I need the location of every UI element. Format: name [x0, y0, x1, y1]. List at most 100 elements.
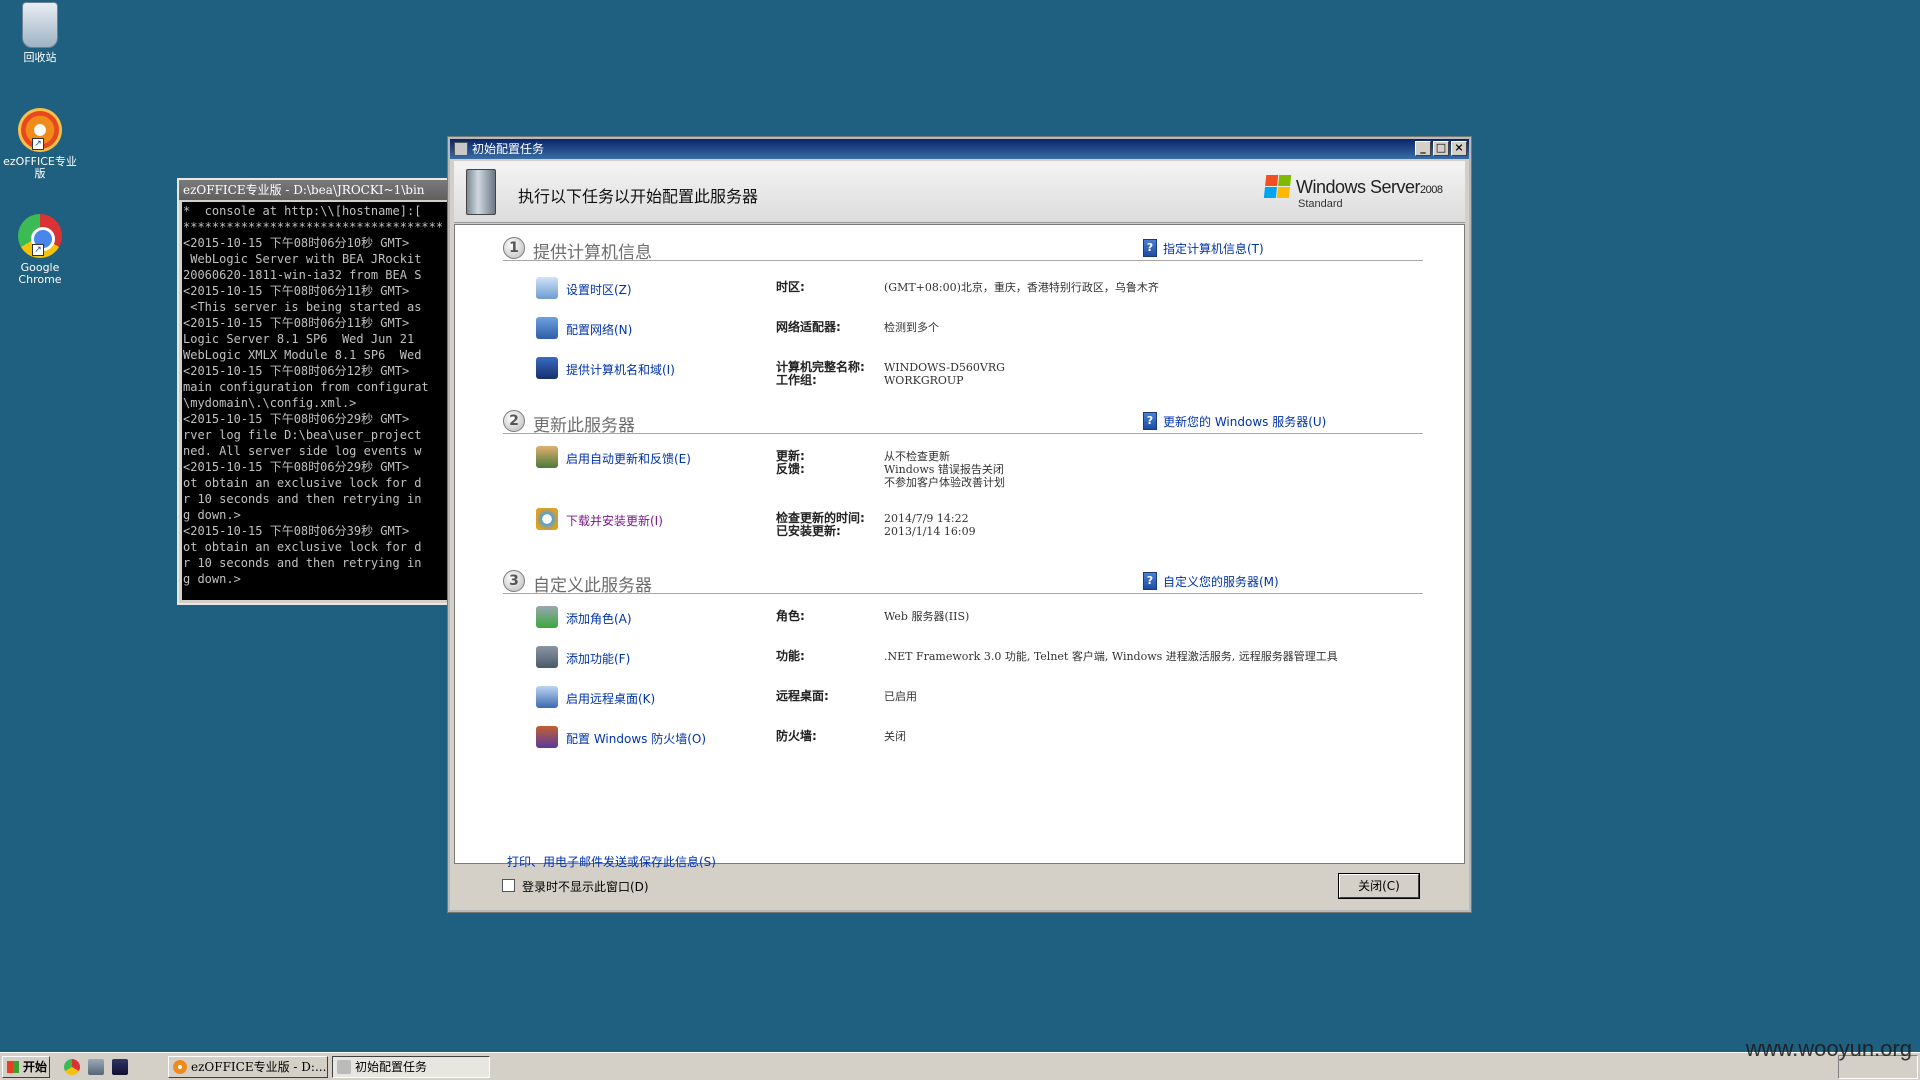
info-label: 远程桌面: [776, 689, 829, 703]
taskbar-item-config-tasks[interactable]: 初始配置任务 [332, 1056, 490, 1078]
header-text: 执行以下任务以开始配置此服务器 [518, 187, 759, 206]
task-row: 添加角色(A) 角色: Web 服务器(IIS) [536, 606, 1416, 636]
section-header: 1 提供计算机信息? 指定计算机信息(T) [503, 235, 1423, 263]
section-help-link[interactable]: ? 指定计算机信息(T) [1143, 239, 1264, 257]
desktop-icon-label: Google Chrome [18, 261, 62, 286]
task-row: 启用自动更新和反馈(E) 更新: 从不检查更新 反馈: Windows 错误报告关闭 不参… [536, 446, 1416, 489]
console-line: <2015-10-15 下午08时06分39秒 GMT> [183, 524, 410, 538]
section-help-link-label: 指定计算机信息(T) [1163, 241, 1264, 256]
task-link[interactable]: 启用自动更新和反馈(E) [566, 450, 691, 467]
chrome-quicklaunch-icon[interactable] [64, 1059, 80, 1075]
console-window[interactable]: ezOFFICE专业版 - D:\bea\JROCKI~1\bin * cons… [177, 178, 463, 605]
info-label: 功能: [776, 649, 805, 663]
task-row: 配置 Windows 防火墙(O) 防火墙: 关闭 [536, 726, 1416, 756]
brand-name: Windows Server [1296, 177, 1421, 197]
info-value: 不参加客户体验改善计划 [884, 476, 1005, 489]
info-value: .NET Framework 3.0 功能, Telnet 客户端, Windo… [884, 650, 1338, 663]
section-help-link-label: 自定义您的服务器(M) [1163, 574, 1279, 589]
info-value: 2013/1/14 16:09 [884, 525, 976, 538]
task-link[interactable]: 添加功能(F) [566, 650, 630, 667]
minimize-button[interactable]: _ [1415, 141, 1431, 156]
info-label: 工作组: [776, 373, 817, 387]
step-number-icon: 3 [503, 570, 525, 592]
dialog-footer: 登录时不显示此窗口(D) 关闭(C) [454, 866, 1465, 906]
step-number-icon: 2 [503, 410, 525, 432]
server-config-icon [466, 169, 496, 215]
info-value: 从不检查更新 [884, 450, 950, 463]
console-line: r 10 seconds and then retrying in [183, 556, 422, 570]
dont-show-label[interactable]: 登录时不显示此窗口(D) [522, 878, 649, 895]
console-line: r 10 seconds and then retrying in [183, 492, 422, 506]
close-button[interactable]: 关闭(C) [1339, 874, 1419, 898]
info-label: 防火墙: [776, 729, 817, 743]
window-icon [337, 1060, 351, 1074]
task-link[interactable]: 配置 Windows 防火墙(O) [566, 730, 706, 747]
close-window-button[interactable]: × [1451, 141, 1467, 156]
console-line: WebLogic Server with BEA JRockit [183, 252, 422, 266]
info-value: WINDOWS-D560VRG [884, 361, 1005, 374]
recycle-bin-icon [22, 2, 58, 48]
task-row: 下载并安装更新(I) 检查更新的时间: 2014/7/9 14:22 已安装更新: 20… [536, 508, 1416, 538]
brand-version: 2008 [1420, 184, 1443, 196]
dont-show-checkbox[interactable] [502, 879, 515, 892]
console-line: main configuration from configurat [183, 380, 429, 394]
maximize-button[interactable]: □ [1433, 141, 1449, 156]
console-line: ned. All server side log events w [183, 444, 422, 458]
desktop-icon-label: ezOFFICE专业版 [3, 155, 77, 180]
console-line: <2015-10-15 下午08时06分10秒 GMT> [183, 236, 410, 250]
initial-config-tasks-window[interactable]: 初始配置任务 _ □ × 执行以下任务以开始配置此服务器 Windows Ser… [448, 137, 1471, 912]
console-line: g down.> [183, 508, 241, 522]
taskbar-item-label: ezOFFICE专业版 - D:... [191, 1060, 327, 1074]
task-row: 设置时区(Z) 时区: (GMT+08:00)北京，重庆，香港特别行政区，乌鲁木齐 [536, 277, 1416, 307]
server-manager-icon[interactable] [88, 1059, 104, 1075]
task-link[interactable]: 下载并安装更新(I) [566, 512, 663, 529]
section-help-link[interactable]: ? 更新您的 Windows 服务器(U) [1143, 412, 1326, 430]
task-info: 时区: (GMT+08:00)北京，重庆，香港特别行政区，乌鲁木齐 [776, 281, 1386, 295]
header-band: 执行以下任务以开始配置此服务器 Windows Server2008 Stand… [454, 161, 1465, 223]
task-row: 添加功能(F) 功能: .NET Framework 3.0 功能, Telnet … [536, 646, 1416, 676]
section-1: 1 提供计算机信息? 指定计算机信息(T) 设置时区(Z) 时区: (GMT+08:00)… [503, 235, 1423, 387]
ezoffice-icon: ↗ [18, 108, 62, 152]
task-link[interactable]: 设置时区(Z) [566, 281, 632, 298]
info-value: Windows 错误报告关闭 [884, 463, 1004, 476]
firewall-icon [536, 726, 558, 748]
console-output[interactable]: * console at http:\\[hostname]:[********… [182, 202, 461, 600]
desktop-icon-label: 回收站 [23, 51, 57, 64]
help-book-icon: ? [1143, 572, 1157, 590]
info-label: 网络适配器: [776, 320, 841, 334]
watermark: www.wooyun.org [1745, 1036, 1912, 1061]
show-desktop-icon[interactable] [112, 1059, 128, 1075]
info-value: Web 服务器(IIS) [884, 610, 970, 623]
update-icon [536, 508, 558, 530]
task-link[interactable]: 提供计算机名和域(I) [566, 361, 675, 378]
window-titlebar[interactable]: 初始配置任务 _ □ × [450, 139, 1469, 159]
task-info: 计算机完整名称: WINDOWS-D560VRG 工作组: WORKGROUP [776, 361, 1386, 388]
add-feature-icon [536, 646, 558, 668]
info-value: (GMT+08:00)北京，重庆，香港特别行政区，乌鲁木齐 [884, 281, 1159, 294]
add-role-icon [536, 606, 558, 628]
section-help-link[interactable]: ? 自定义您的服务器(M) [1143, 572, 1279, 590]
console-line: \mydomain\.\config.xml.> [183, 396, 357, 410]
task-link[interactable]: 启用远程桌面(K) [566, 690, 655, 707]
info-label: 角色: [776, 609, 805, 623]
taskbar-item-label: 初始配置任务 [355, 1060, 428, 1074]
start-button[interactable]: 开始 [2, 1056, 50, 1078]
step-number-icon: 1 [503, 237, 525, 259]
task-row: 配置网络(N) 网络适配器: 检测到多个 [536, 317, 1416, 347]
console-title[interactable]: ezOFFICE专业版 - D:\bea\JROCKI~1\bin [179, 180, 461, 200]
section-header: 2 更新此服务器? 更新您的 Windows 服务器(U) [503, 408, 1423, 436]
task-link[interactable]: 配置网络(N) [566, 321, 632, 338]
shortcut-arrow-icon: ↗ [32, 244, 44, 256]
console-line: g down.> [183, 572, 241, 586]
desktop-icon-recycle-bin[interactable]: 回收站 [0, 2, 80, 64]
task-link[interactable]: 添加角色(A) [566, 610, 632, 627]
console-line: <2015-10-15 下午08时06分29秒 GMT> [183, 412, 410, 426]
desktop-icon-ezoffice[interactable]: ↗ ezOFFICE专业版 [0, 108, 80, 180]
info-label: 反馈: [776, 462, 805, 476]
desktop-icon-chrome[interactable]: ↗ Google Chrome [0, 214, 80, 286]
console-line: <2015-10-15 下午08时06分12秒 GMT> [183, 364, 410, 378]
task-info: 网络适配器: 检测到多个 [776, 320, 1386, 335]
remote-desktop-icon [536, 686, 558, 708]
windows-flag-icon [1263, 175, 1293, 199]
taskbar-item-console[interactable]: ezOFFICE专业版 - D:... [168, 1056, 328, 1078]
